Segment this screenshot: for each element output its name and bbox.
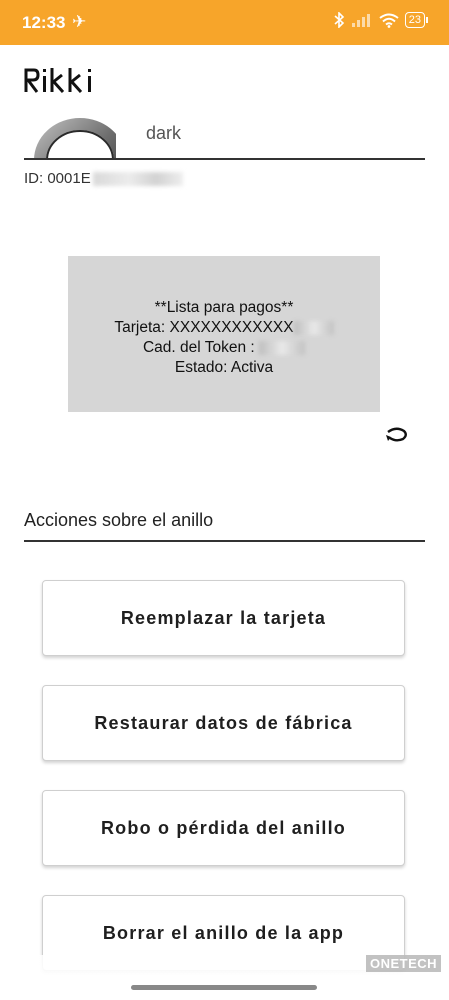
card-number: Tarjeta: XXXXXXXXXXXX [114,319,294,336]
ring-lost-button[interactable]: Robo o pérdida del anillo [42,790,405,866]
token-expiry-label: Cad. del Token : [142,339,255,356]
status-bar: 12:33 ✈ 23 [0,0,449,45]
ring-id: ID: 0001E [24,170,183,187]
rikki-logo [24,68,91,94]
card-number-line: Tarjeta: XXXXXXXXXXXX [68,318,380,338]
replace-card-button[interactable]: Reemplazar la tarjeta [42,580,405,656]
ring-name-underline [24,158,425,160]
bluetooth-icon [334,12,344,28]
status-time: 12:33 [22,13,66,32]
airplane-icon: ✈ [72,12,87,31]
factory-reset-button[interactable]: Restaurar datos de fábrica [42,685,405,761]
ring-id-text: ID: 0001E [24,170,91,187]
status-icons: 23 [333,12,429,28]
watermark: ONETECH [366,955,442,972]
ring-id-redacted [92,172,183,187]
token-expiry-line: Cad. del Token : [68,338,380,358]
card-state: Estado: Activa [174,359,274,376]
ring-image [26,118,116,160]
home-indicator[interactable] [131,985,317,990]
ring-name: dark [146,123,182,143]
card-status-header: **Lista para pagos** [154,299,294,316]
section-underline [24,540,425,542]
payment-status-card: **Lista para pagos** Tarjeta: XXXXXXXXXX… [68,256,380,412]
refresh-icon[interactable] [380,424,412,446]
signal-icon [351,14,370,27]
wifi-icon [379,13,399,28]
token-expiry-redacted [259,340,306,355]
battery-icon: 23 [404,12,429,28]
card-number-redacted [293,320,334,335]
section-title: Acciones sobre el anillo [24,510,214,530]
